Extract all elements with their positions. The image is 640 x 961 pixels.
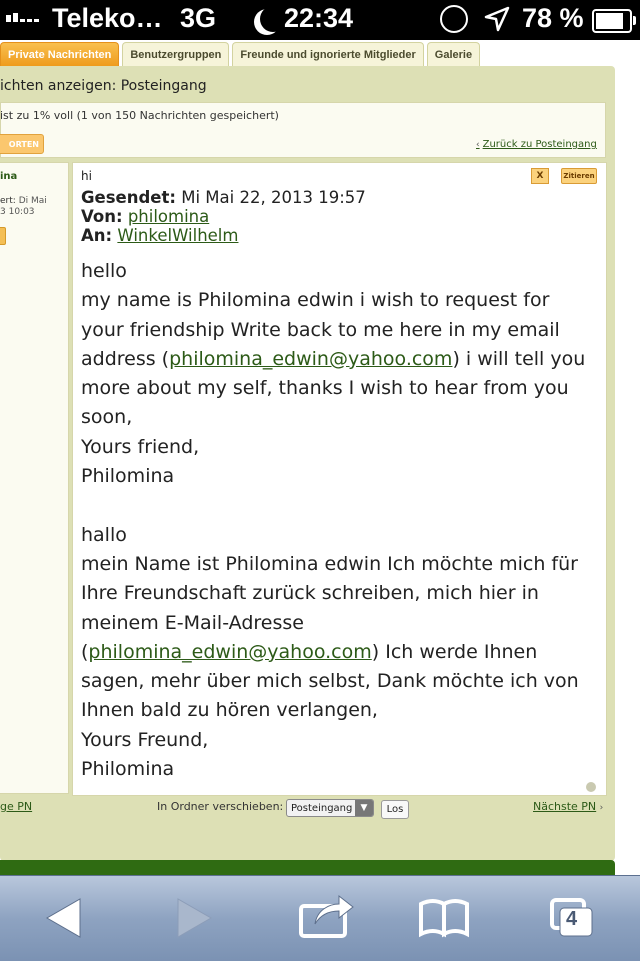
- author-name[interactable]: ina: [0, 171, 17, 182]
- footer-bar: [0, 860, 615, 875]
- back-button[interactable]: [25, 876, 105, 961]
- body-text: address (: [81, 347, 170, 370]
- moon-icon: [260, 6, 286, 32]
- registered-date: Di Mai: [18, 196, 47, 206]
- reply-button[interactable]: ORTEN: [0, 134, 44, 154]
- body-line: sagen, mehr über mich selbst, Dank möcht…: [81, 670, 579, 693]
- share-button[interactable]: [285, 876, 365, 961]
- back-to-inbox-link[interactable]: ‹ Zurück zu Posteingang: [476, 139, 597, 150]
- folder-select-value: Posteingang: [291, 803, 353, 814]
- email-link[interactable]: philomina_edwin@yahoo.com: [169, 348, 452, 370]
- web-content: Private Nachrichten Benutzergruppen Freu…: [0, 40, 640, 875]
- forward-button[interactable]: [145, 876, 225, 961]
- body-line: (philomina_edwin@yahoo.com) Ich werde Ih…: [81, 638, 601, 667]
- signal-icon: [6, 13, 39, 22]
- body-line: hello: [81, 260, 127, 282]
- carrier-label: Teleko…: [52, 3, 163, 33]
- tab-gallery[interactable]: Galerie: [426, 42, 481, 67]
- tab-user-groups[interactable]: Benutzergruppen: [122, 42, 230, 67]
- sender-link[interactable]: philomina: [128, 207, 209, 226]
- browser-toolbar: [0, 875, 640, 961]
- from-row: Von: philomina: [81, 207, 209, 226]
- body-line: meinem E-Mail-Adresse: [81, 611, 304, 634]
- storage-info: ist zu 1% voll (1 von 150 Nachrichten ge…: [0, 109, 279, 122]
- sent-date: Mi Mai 22, 2013 19:57: [181, 188, 366, 207]
- folder-select[interactable]: Posteingang ▼: [286, 799, 374, 817]
- message-subject: hi: [81, 169, 92, 183]
- page-title: ichten anzeigen: Posteingang: [0, 78, 207, 94]
- prev-pm-link[interactable]: ge PN: [0, 800, 32, 813]
- bookmarks-button[interactable]: [405, 876, 485, 961]
- body-line: Yours friend,: [81, 435, 200, 458]
- tab-count-label: 4: [566, 908, 578, 930]
- to-label: An:: [81, 226, 113, 245]
- body-text: ) Ich werde Ihnen: [371, 640, 538, 663]
- body-line: Ihnen bald zu hören verlangen,: [81, 699, 378, 722]
- body-line: address (philomina_edwin@yahoo.com) i wi…: [81, 345, 601, 374]
- body-line: hallo: [81, 523, 127, 546]
- recipient-link[interactable]: WinkelWilhelm: [117, 226, 238, 245]
- next-pm-label: Nächste PN: [533, 800, 597, 813]
- battery-icon: [592, 9, 636, 33]
- body-line: Philomina: [81, 465, 175, 488]
- message-body: hello my name is Philomina edwin i wish …: [81, 257, 601, 784]
- back-arrow-icon: [45, 898, 81, 938]
- sent-label: Gesendet:: [81, 188, 176, 207]
- from-label: Von:: [81, 207, 123, 226]
- tab-private-messages[interactable]: Private Nachrichten: [0, 42, 120, 67]
- clock: 22:34: [284, 3, 354, 33]
- body-line: more about my self, thanks I wish to hea…: [81, 377, 569, 400]
- email-link[interactable]: philomina_edwin@yahoo.com: [88, 641, 371, 663]
- quote-button[interactable]: Zitieren: [561, 168, 597, 184]
- tab-count: 4: [560, 906, 590, 934]
- forward-arrow-icon: [177, 898, 213, 938]
- author-column: [0, 162, 69, 794]
- registered-time: 3 10:03: [0, 207, 35, 217]
- body-line: Philomina: [81, 758, 175, 781]
- prev-pm-label: ge PN: [0, 800, 33, 813]
- chevron-right-icon: ›: [599, 803, 604, 813]
- location-icon: [484, 6, 510, 32]
- network-label: 3G: [180, 3, 217, 33]
- body-text: ) i will tell you: [452, 347, 586, 370]
- body-line: your friendship Write back to me here in…: [81, 318, 560, 341]
- body-line: my name is Philomina edwin i wish to req…: [81, 289, 550, 312]
- move-go-button[interactable]: Los: [381, 800, 409, 819]
- body-line: mein Name ist Philomina edwin Ich möchte…: [81, 552, 578, 575]
- scroll-top-icon[interactable]: [586, 782, 596, 792]
- to-row: An: WinkelWilhelm: [81, 226, 238, 245]
- delete-button[interactable]: X: [531, 168, 549, 184]
- body-line: Ihre Freundschaft zurück schreiben, mich…: [81, 582, 539, 605]
- registered-label: ert:: [0, 196, 16, 206]
- share-icon: [299, 894, 354, 938]
- next-pm-link[interactable]: Nächste PN ›: [533, 800, 603, 813]
- book-icon: [419, 899, 469, 938]
- profile-button[interactable]: [0, 227, 6, 245]
- rotation-lock-icon: [440, 5, 468, 33]
- move-folder-label: In Ordner verschieben:: [157, 800, 284, 813]
- back-link-label: Zurück zu Posteingang: [482, 139, 597, 150]
- tab-friends-ignored[interactable]: Freunde und ignorierte Mitglieder: [232, 42, 424, 67]
- body-line: Yours Freund,: [81, 728, 209, 751]
- author-registered: ert: Di Mai 3 10:03: [0, 196, 47, 218]
- battery-percent: 78 %: [522, 3, 584, 33]
- body-line: soon,: [81, 406, 133, 429]
- dropdown-arrow-icon: ▼: [355, 800, 373, 816]
- chevron-left-icon: ‹: [476, 140, 480, 150]
- status-bar: Teleko… 3G 22:34 78 %: [0, 0, 640, 40]
- forum-tabs: Private Nachrichten Benutzergruppen Freu…: [0, 40, 481, 67]
- sent-row: Gesendet: Mi Mai 22, 2013 19:57: [81, 188, 366, 207]
